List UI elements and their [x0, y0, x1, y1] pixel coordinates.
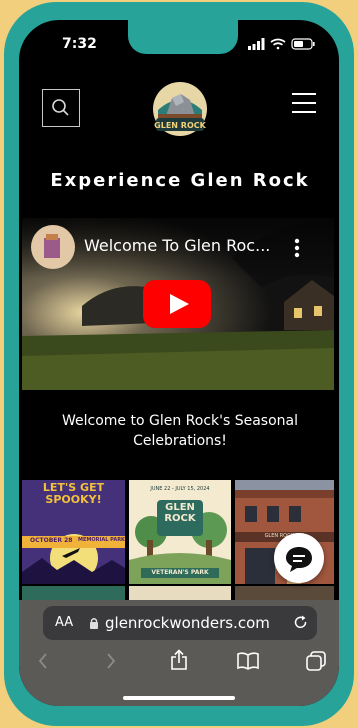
spooky-date: OCTOBER 28: [30, 537, 73, 544]
address-bar[interactable]: AA glenrockwonders.com: [43, 606, 317, 640]
status-time: 7:32: [62, 36, 97, 52]
home-indicator: [123, 696, 235, 700]
chat-button[interactable]: [274, 533, 324, 583]
site-logo[interactable]: GLEN ROCK: [150, 80, 210, 138]
gallery-tile-summer[interactable]: JUNE 22 - JULY 15, 2024 GLEN ROCK VETERA…: [129, 480, 231, 584]
reload-icon[interactable]: [293, 615, 309, 631]
signal-icon: [248, 38, 265, 50]
forward-icon[interactable]: [105, 652, 117, 670]
video-player[interactable]: Welcome To Glen Roc...: [22, 218, 334, 390]
summer-title: GLEN ROCK: [164, 502, 196, 524]
more-options-icon[interactable]: [292, 238, 302, 258]
tabs-icon[interactable]: [306, 651, 326, 671]
lock-icon: [90, 618, 98, 629]
chat-bubble-icon: [286, 547, 312, 572]
gallery-tile-spooky[interactable]: LET'S GET SPOOKY! OCTOBER 28 MEMORIAL PA…: [22, 480, 125, 584]
notch: [128, 20, 238, 54]
hamburger-menu-icon[interactable]: [292, 92, 316, 114]
section-caption: Welcome to Glen Rock's Seasonal Celebrat…: [61, 413, 298, 449]
url-text[interactable]: glenrockwonders.com: [105, 614, 270, 632]
status-icons: [248, 38, 315, 50]
logo-text: GLEN ROCK: [154, 121, 206, 130]
channel-avatar[interactable]: [30, 224, 76, 270]
back-icon[interactable]: [37, 652, 49, 670]
summer-place: VETERAN'S PARK: [151, 569, 209, 576]
browser-toolbar: AA glenrockwonders.com: [19, 600, 339, 706]
bookmarks-icon[interactable]: [237, 652, 259, 670]
spooky-place: MEMORIAL PARK: [78, 537, 125, 543]
reader-text-size-button[interactable]: AA: [55, 615, 73, 630]
page-headline: Experience Glen Rock: [50, 170, 310, 191]
battery-icon: [291, 38, 315, 50]
share-icon[interactable]: [170, 649, 188, 671]
search-icon: [52, 99, 69, 116]
summer-dates: JUNE 22 - JULY 15, 2024: [150, 486, 210, 492]
search-button[interactable]: [42, 89, 80, 127]
play-button-icon[interactable]: [143, 280, 211, 328]
video-title[interactable]: Welcome To Glen Roc...: [84, 236, 270, 255]
wifi-icon: [270, 38, 286, 50]
spooky-title: LET'S GET SPOOKY!: [42, 481, 105, 506]
